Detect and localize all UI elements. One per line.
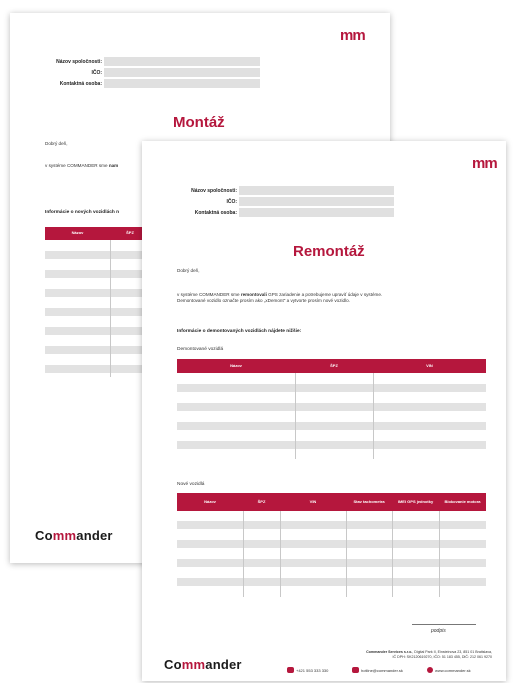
- table-row: [177, 422, 486, 430]
- globe-icon: [427, 667, 433, 673]
- brand-part-accent: mm: [181, 657, 206, 672]
- company-address: , Digital Park II, Einsteinova 23, 851 0…: [412, 650, 492, 654]
- section-heading: Informácie o nových vozidlách n: [45, 210, 120, 215]
- brand-part-accent: mm: [52, 528, 77, 543]
- contact-person-field[interactable]: [239, 208, 394, 217]
- column-header-name: Názov: [204, 498, 216, 504]
- column-header-name: Názov: [230, 362, 242, 368]
- company-name-field[interactable]: [104, 57, 260, 66]
- column-divider: [439, 511, 440, 597]
- phone-icon: [287, 667, 294, 673]
- contact-person-label: Kontaktná osoba:: [194, 210, 237, 216]
- column-divider: [110, 240, 111, 377]
- body-text-line2: Demontované vozidlo označte prosím ako „…: [177, 298, 350, 303]
- body-text: v systéme COMMANDER sme remontovali GPS …: [177, 292, 497, 304]
- commander-brand-logo: Commander: [35, 528, 113, 543]
- table-row: [177, 384, 486, 392]
- phone-number: +421 553 333 330: [296, 667, 329, 673]
- phone-contact: +421 553 333 330: [287, 667, 328, 673]
- company-name: Commander Services s.r.o.: [366, 650, 413, 654]
- email-address[interactable]: hotline@commander.sk: [361, 668, 403, 673]
- brand-part: ander: [205, 657, 242, 672]
- column-divider: [243, 511, 244, 597]
- signature-line: [412, 624, 476, 625]
- body-text-bold: nam: [108, 163, 119, 168]
- website-link[interactable]: www.commander.sk: [435, 668, 471, 673]
- email-contact: hotline@commander.sk: [352, 667, 403, 673]
- table-header: Názov ŠPZ VIN: [177, 359, 486, 373]
- document-page-remontaz: mm Názov spoločnosti: IČO: Kontaktná oso…: [142, 141, 506, 681]
- column-divider: [346, 511, 347, 597]
- company-name-label: Názov spoločnosti:: [191, 188, 237, 194]
- ico-label: IČO:: [226, 199, 237, 205]
- ico-field[interactable]: [104, 68, 260, 77]
- contact-person-field[interactable]: [104, 79, 260, 88]
- table-row: [177, 403, 486, 411]
- column-divider: [392, 511, 393, 597]
- signature-label: podpis: [431, 628, 446, 634]
- web-contact: www.commander.sk: [427, 667, 471, 673]
- company-info: Commander Services s.r.o., Digital Park …: [282, 650, 492, 660]
- greeting-text: Dobrý deň,: [45, 141, 68, 146]
- company-name-field[interactable]: [239, 186, 394, 195]
- commander-logo-icon: mm: [340, 27, 366, 44]
- column-header-spz: ŠPZ: [257, 498, 266, 504]
- column-header-vin: VIN: [426, 362, 433, 368]
- brand-part: ander: [76, 528, 113, 543]
- column-header-vin: VIN: [309, 498, 317, 504]
- column-divider: [373, 373, 374, 459]
- brand-part: Co: [164, 657, 182, 672]
- column-divider: [295, 373, 296, 459]
- commander-logo-icon: mm: [472, 155, 498, 172]
- column-header-odometer: Stav tachometra: [353, 498, 385, 504]
- section-heading: Informácie o demontovaných vozidlách náj…: [177, 329, 302, 334]
- table-row: [177, 441, 486, 449]
- column-header-name: Názov: [71, 230, 84, 236]
- removed-vehicles-heading: Demontované vozidlá: [177, 347, 224, 352]
- column-header-engine-block: Blokovanie motora: [444, 498, 481, 504]
- table-header: Názov ŠPZ VIN Stav tachometra IMEI GPS j…: [177, 493, 486, 511]
- document-title: Montáž: [173, 114, 225, 131]
- body-text-prefix: v systéme COMMANDER sme: [177, 292, 241, 297]
- body-text-bold: remontovali: [240, 292, 267, 297]
- greeting-text: Dobrý deň,: [177, 268, 200, 273]
- email-icon: [352, 667, 359, 673]
- body-text-suffix: GPS zariadenie a potrebujeme upraviť úda…: [266, 292, 383, 297]
- column-header-imei: IMEI GPS jednotky: [397, 498, 434, 504]
- contact-person-label: Kontaktná osoba:: [59, 81, 102, 87]
- removed-vehicles-table: Názov ŠPZ VIN: [177, 359, 486, 459]
- column-divider: [280, 511, 281, 597]
- company-registration: IČ DPH: SK2120619270, IČO: 51 183 455, D…: [392, 655, 493, 659]
- body-text: v systéme COMMANDER sme nam: [45, 163, 118, 169]
- brand-part: Co: [35, 528, 53, 543]
- column-header-spz: ŠPZ: [330, 362, 338, 368]
- body-text-prefix: v systéme COMMANDER sme: [45, 163, 109, 168]
- document-title: Remontáž: [293, 243, 365, 260]
- new-vehicles-table: Názov ŠPZ VIN Stav tachometra IMEI GPS j…: [177, 493, 486, 597]
- new-vehicles-heading: Nové vozidlá: [177, 482, 205, 487]
- company-name-label: Názov spoločnosti:: [56, 59, 102, 65]
- commander-brand-logo: Commander: [164, 657, 242, 672]
- ico-label: IČO:: [91, 70, 102, 76]
- ico-field[interactable]: [239, 197, 394, 206]
